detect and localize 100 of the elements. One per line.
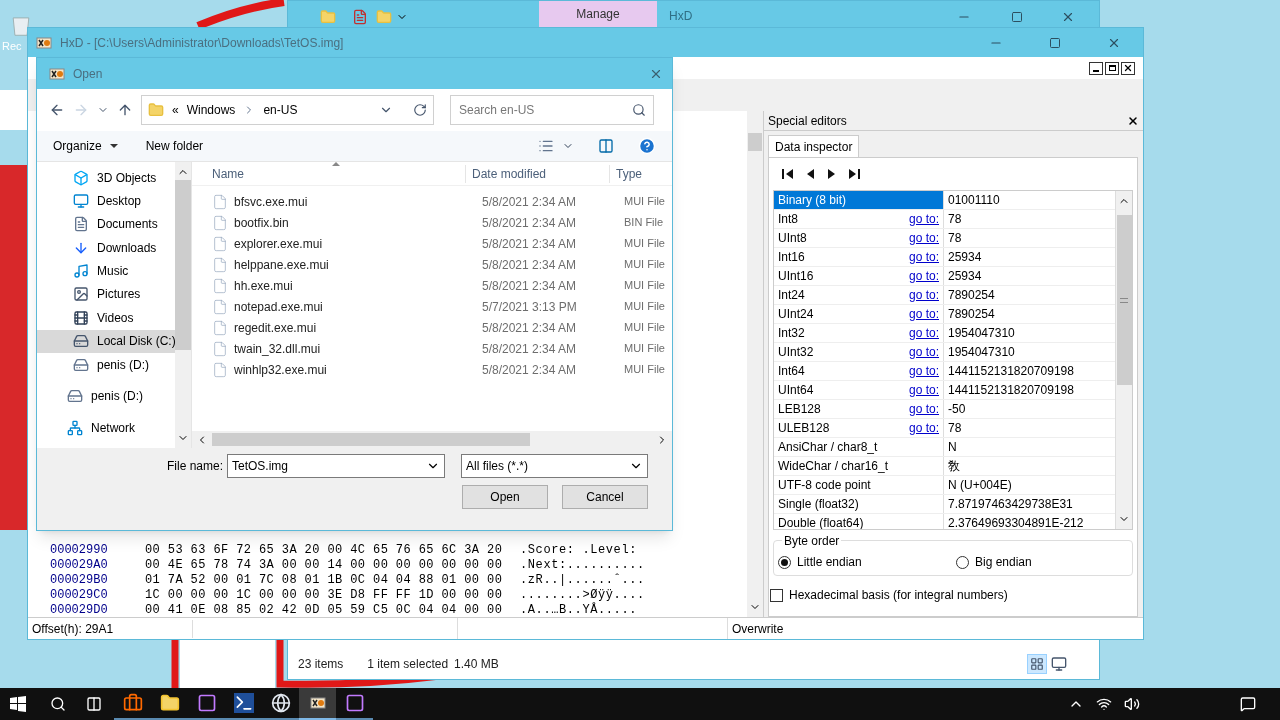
field-value: 1441152131820709198 [947, 363, 1074, 380]
inspector-row[interactable]: Binary (8 bit) 01001110 [774, 191, 1115, 210]
field-value: 01001110 [947, 192, 1000, 209]
inspector-row[interactable]: UInt32 go to: 1954047310 [774, 343, 1115, 362]
go-to-link[interactable]: go to: [908, 267, 939, 285]
dialog-title: Open [73, 65, 103, 83]
go-to-link[interactable]: go to: [908, 305, 939, 323]
inspector-row[interactable]: UInt24 go to: 7890254 [774, 305, 1115, 324]
go-to-link[interactable]: go to: [908, 343, 939, 361]
field-name: UInt64 [778, 382, 815, 399]
go-to-link[interactable]: go to: [908, 324, 939, 342]
file-name: winhlp32.exe.mui [234, 361, 328, 379]
file-type-dropdown[interactable]: All files (*.*) [461, 454, 648, 478]
item-count: 23 items [298, 656, 344, 673]
inspector-row[interactable]: AnsiChar / char8_t N [774, 438, 1115, 457]
column-header[interactable]: Type [610, 164, 642, 183]
file-row[interactable]: twain_32.dll.mui 5/8/2021 2:34 AM MUI File [192, 338, 672, 359]
column-header[interactable]: Date modified [466, 164, 610, 183]
manage-tab[interactable]: Manage [539, 1, 657, 27]
file-row[interactable]: bfsvc.exe.mui 5/8/2021 2:34 AM MUI File [192, 191, 672, 212]
breadcrumb[interactable]: en-US [263, 101, 298, 119]
file-name-label: File name: [166, 458, 223, 475]
file-name-field[interactable]: TetOS.img [227, 454, 445, 478]
window-title: HxD - [C:\Users\Administrator\Downloads\TetOS.img] [60, 34, 344, 52]
nav-item[interactable]: penis (D:) [37, 384, 175, 408]
nav-item[interactable]: Desktop [37, 189, 175, 213]
hex-bytes: 00 41 0E 08 85 02 42 0D 05 59 C5 0C 04 04 00 00 [145, 601, 504, 619]
go-to-link[interactable]: go to: [908, 381, 939, 399]
nav-item[interactable]: Videos [37, 306, 175, 330]
hex-text: ........>Øÿÿ.... [520, 586, 645, 602]
inspector-row[interactable]: UInt16 go to: 25934 [774, 267, 1115, 286]
new-folder-button[interactable]: New folder [145, 137, 204, 155]
inspector-row[interactable]: WideChar / char16_t 敎 [774, 457, 1115, 476]
go-to-link[interactable]: go to: [908, 210, 939, 228]
inspector-row[interactable]: Single (float32) 7.87197463429738E31 [774, 495, 1115, 514]
hex-basis-option[interactable]: Hexadecimal basis (for integral numbers) [770, 586, 1133, 604]
column-header[interactable]: Name [192, 164, 466, 183]
field-name: UInt24 [778, 306, 815, 323]
field-name: Int8 [778, 211, 799, 228]
inspector-row[interactable]: Int64 go to: 1441152131820709198 [774, 362, 1115, 381]
radio-option[interactable]: Big endian [956, 553, 1032, 571]
file-row[interactable]: regedit.exe.mui 5/8/2021 2:34 AM MUI File [192, 317, 672, 338]
file-date: 5/8/2021 2:34 AM [482, 193, 578, 211]
address-bar[interactable]: « Windows en-US [141, 95, 434, 125]
inspector-row[interactable]: UTF-8 code point N (U+004E) [774, 476, 1115, 495]
file-type: MUI File [624, 257, 665, 273]
nav-item[interactable]: Documents [37, 212, 175, 237]
field-value: 敎 [947, 458, 960, 475]
inspector-row[interactable]: Int32 go to: 1954047310 [774, 324, 1115, 343]
nav-item[interactable]: Network [37, 416, 175, 440]
file-date: 5/8/2021 2:34 AM [482, 214, 578, 232]
cancel-button[interactable]: Cancel [562, 485, 648, 509]
file-row[interactable]: bootfix.bin 5/8/2021 2:34 AM BIN File [192, 212, 672, 233]
nav-item[interactable]: penis (D:) [37, 352, 175, 377]
inspector-row[interactable]: UInt64 go to: 1441152131820709198 [774, 381, 1115, 400]
file-type: MUI File [624, 236, 665, 252]
organize-button[interactable]: Organize [53, 137, 118, 155]
field-name: Single (float32) [778, 496, 860, 513]
inspector-row[interactable]: ULEB128 go to: 78 [774, 419, 1115, 438]
inspector-row[interactable]: Int16 go to: 25934 [774, 248, 1115, 267]
field-value: 1954047310 [947, 344, 1015, 361]
field-value: 7890254 [947, 287, 995, 304]
inspector-row[interactable]: LEB128 go to: -50 [774, 400, 1115, 419]
nav-item[interactable]: Music [37, 259, 175, 283]
file-type: BIN File [624, 215, 664, 231]
go-to-link[interactable]: go to: [908, 248, 939, 266]
field-value: 1954047310 [947, 325, 1015, 342]
data-inspector-tab[interactable]: Data inspector [768, 135, 860, 157]
file-row[interactable]: notepad.exe.mui 5/7/2021 3:13 PM MUI File [192, 296, 672, 317]
explorer-title: HxD [669, 8, 693, 25]
field-name: Int64 [778, 363, 806, 380]
nav-item[interactable]: 3D Objects [37, 166, 175, 190]
nav-item[interactable]: Local Disk (C:) [37, 329, 175, 353]
inspector-row[interactable]: Int8 go to: 78 [774, 210, 1115, 229]
open-button[interactable]: Open [462, 485, 548, 509]
field-name: Double (float64) [778, 515, 865, 529]
go-to-link[interactable]: go to: [908, 419, 939, 437]
breadcrumb[interactable]: Windows [186, 101, 236, 119]
file-row[interactable]: explorer.exe.mui 5/8/2021 2:34 AM MUI File [192, 233, 672, 254]
inspector-row[interactable]: Int24 go to: 7890254 [774, 286, 1115, 305]
go-to-link[interactable]: go to: [908, 286, 939, 304]
hex-bytes: 00 4E 65 78 74 3A 00 00 14 00 00 00 00 00 00 00 [145, 556, 504, 574]
file-date: 5/8/2021 2:34 AM [482, 256, 578, 274]
field-value: N [947, 439, 957, 456]
go-to-link[interactable]: go to: [908, 362, 939, 380]
nav-item[interactable]: Pictures [37, 282, 175, 307]
nav-item[interactable]: Downloads [37, 236, 175, 260]
hex-offset: 000029D0 [50, 601, 109, 619]
radio-option[interactable]: Little endian [778, 553, 956, 571]
search-field[interactable]: Search en-US [450, 95, 654, 125]
file-type: MUI File [624, 299, 665, 315]
file-row[interactable]: winhlp32.exe.mui 5/8/2021 2:34 AM MUI File [192, 359, 672, 380]
hex-text: .Score: .Level: [520, 541, 639, 559]
file-row[interactable]: helppane.exe.mui 5/8/2021 2:34 AM MUI File [192, 254, 672, 275]
go-to-link[interactable]: go to: [908, 229, 939, 247]
inspector-row[interactable]: UInt8 go to: 78 [774, 229, 1115, 248]
go-to-link[interactable]: go to: [908, 400, 939, 418]
field-value: 1441152131820709198 [947, 382, 1074, 399]
overflow-marker[interactable]: « [172, 101, 179, 119]
file-row[interactable]: hh.exe.mui 5/8/2021 2:34 AM MUI File [192, 275, 672, 296]
